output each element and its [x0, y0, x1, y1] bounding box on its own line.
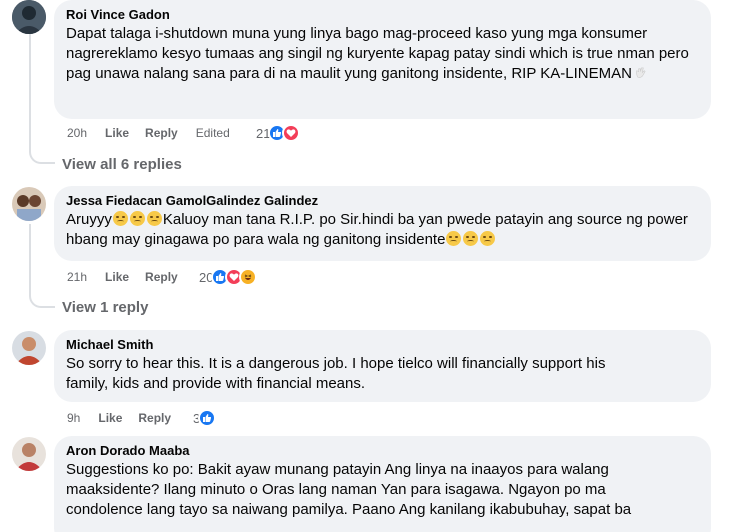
- reaction-summary[interactable]: 3: [193, 408, 217, 428]
- comment-bubble: Jessa Fiedacan GamolGalindez Galindez Ar…: [54, 186, 711, 261]
- edited-label: Edited: [195, 126, 230, 140]
- sad-face-emoji-icon: [480, 231, 496, 246]
- comment-actions: 21h Like Reply: [67, 268, 178, 286]
- sad-face-emoji-icon: [446, 231, 462, 246]
- like-button[interactable]: Like: [98, 411, 122, 425]
- like-icon: [198, 409, 217, 427]
- avatar[interactable]: [12, 437, 46, 471]
- comment-author[interactable]: Jessa Fiedacan GamolGalindez Galindez: [66, 192, 699, 209]
- avatar[interactable]: [12, 187, 46, 221]
- comment-author[interactable]: Michael Smith: [66, 336, 699, 353]
- reply-button[interactable]: Reply: [138, 411, 171, 425]
- reply-button[interactable]: Reply: [145, 270, 178, 284]
- sad-face-emoji-icon: [112, 211, 128, 226]
- comment-bubble: Michael Smith So sorry to hear this. It …: [54, 330, 711, 402]
- avatar[interactable]: [12, 331, 46, 365]
- avatar[interactable]: [12, 0, 46, 34]
- comment-timestamp[interactable]: 21h: [67, 270, 87, 284]
- comment-author[interactable]: Roi Vince Gadon: [66, 6, 699, 23]
- comment-text: Suggestions ko po: Bakit ayaw munang pat…: [66, 461, 632, 518]
- sad-face-emoji-icon: [463, 231, 479, 246]
- comment-author[interactable]: Aron Dorado Maaba: [66, 442, 699, 459]
- comment-text: So sorry to hear this. It is a dangerous…: [66, 355, 606, 392]
- comment-actions: 20h Like Reply Edited: [67, 124, 230, 142]
- comment-actions: 9h Like Reply: [67, 409, 171, 427]
- comment-bubble: Roi Vince Gadon Dapat talaga i-shutdown …: [54, 0, 711, 119]
- thread-connector: [29, 224, 55, 308]
- comment-bubble: Aron Dorado Maaba Suggestions ko po: Bak…: [54, 436, 711, 532]
- comment-text: Aruyyy Kaluoy man tana R.I.P. po Sir.hind…: [66, 211, 688, 248]
- haha-icon: [239, 268, 258, 286]
- thread-connector: [29, 34, 55, 164]
- like-button[interactable]: Like: [105, 270, 129, 284]
- reaction-summary[interactable]: 20: [199, 267, 258, 287]
- waving-hand-icon: [636, 67, 646, 78]
- reaction-summary[interactable]: 21: [256, 123, 301, 143]
- sad-face-emoji-icon: [129, 211, 145, 226]
- comment-text: Dapat talaga i-shutdown muna yung linya …: [66, 25, 689, 82]
- like-button[interactable]: Like: [105, 126, 129, 140]
- reply-button[interactable]: Reply: [145, 126, 178, 140]
- comment-timestamp[interactable]: 9h: [67, 411, 80, 425]
- view-replies-link[interactable]: View all 6 replies: [62, 156, 182, 173]
- love-icon: [282, 124, 301, 142]
- comment-timestamp[interactable]: 20h: [67, 126, 87, 140]
- view-replies-link[interactable]: View 1 reply: [62, 299, 148, 316]
- sad-face-emoji-icon: [146, 211, 162, 226]
